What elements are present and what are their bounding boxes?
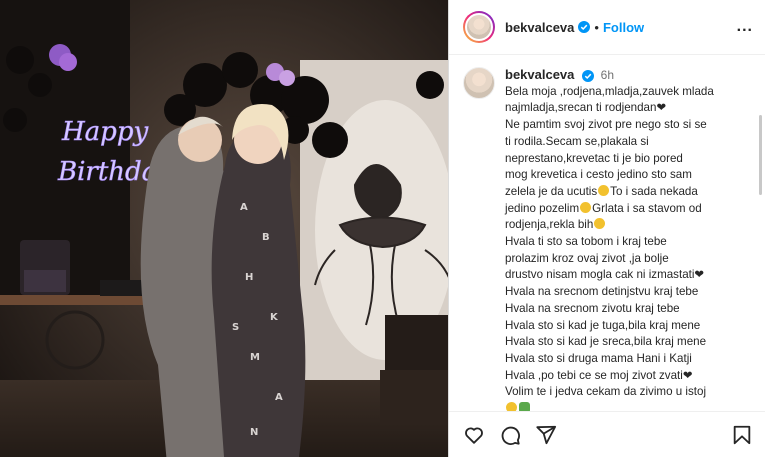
svg-text:S: S <box>232 322 239 333</box>
laughing-emoji-icon <box>598 184 610 196</box>
profile-avatar[interactable] <box>463 11 495 43</box>
comment-icon[interactable] <box>499 424 521 446</box>
verified-badge-icon <box>582 69 595 82</box>
caption-line: Hvala sto si kad je tuga,bila kraj mene <box>505 318 701 332</box>
caption-header: bekvalceva 6h <box>505 67 737 84</box>
caption-line: Hvala sto si druga mama Hani i Katji <box>505 351 692 365</box>
heart-icon[interactable] <box>463 424 485 446</box>
caption-username[interactable]: bekvalceva <box>505 67 574 82</box>
rolling-eyes-emoji-icon <box>594 218 606 230</box>
emoji-icon <box>506 402 517 411</box>
caption-line: Volim te i jedva cekam da zivimo u istoj <box>505 385 707 399</box>
caption-text-part: To i sada nekada <box>610 184 698 198</box>
caption-line: Hvala na srecnom detinjstvu kraj tebe <box>505 285 699 299</box>
bookmark-icon[interactable] <box>731 424 753 446</box>
caption-line-partial <box>505 401 737 411</box>
caption-line: prolazim kroz ovaj zivot ,ja bolje <box>505 251 669 265</box>
caption-text: bekvalceva 6h Bela moja ,rodjena,mladja,… <box>505 67 737 411</box>
neon-happy: Happy <box>61 117 148 147</box>
caption-text-part: Grlata i sa stavom od <box>592 201 702 215</box>
svg-text:M: M <box>250 352 260 363</box>
caption-line: najmladja,srecan ti rodjendan❤ <box>505 101 667 115</box>
svg-text:K: K <box>270 312 279 323</box>
caption-text-part: jedino pozelim <box>505 201 580 215</box>
verified-badge-icon <box>578 21 591 33</box>
separator-dot: • <box>594 19 599 35</box>
svg-text:A: A <box>240 202 248 213</box>
caption-line: ti rodila.Secam se,plakala si <box>505 134 649 148</box>
post-side-panel: bekvalceva • Follow ... bekvalceva 6h Be… <box>448 0 765 457</box>
caption-line: drustvo nisam mogla cak ni izmastati❤ <box>505 268 705 282</box>
svg-text:B: B <box>262 232 270 243</box>
caption-scrollbar[interactable] <box>759 115 762 195</box>
post-time[interactable]: 6h <box>601 68 614 82</box>
caption-line: Hvala ti sto sa tobom i kraj tebe <box>505 235 667 249</box>
instagram-post: Happy Birthday AB H K M A N S bekvalceva… <box>0 0 765 457</box>
svg-text:H: H <box>245 272 253 283</box>
username[interactable]: bekvalceva <box>505 20 574 35</box>
follow-button[interactable]: Follow <box>603 20 644 35</box>
caption-line-emoji: jedino pozelim Grlata i sa stavom od <box>505 201 737 218</box>
caption-area: bekvalceva 6h Bela moja ,rodjena,mladja,… <box>449 55 765 411</box>
post-photo[interactable]: Happy Birthday AB H K M A N S <box>0 0 448 457</box>
caption-text-part: rodjenja,rekla bih <box>505 218 594 232</box>
caption-text-part: zelela je da ucutis <box>505 184 598 198</box>
caption-line: Ne pamtim svoj zivot pre nego sto si se <box>505 118 707 132</box>
caption-line-emoji: rodjenja,rekla bih <box>505 217 737 234</box>
caption-line: Hvala ,po tebi ce se moj zivot zvati❤ <box>505 368 693 382</box>
caption-line: neprestano,krevetac ti je bio pored <box>505 151 683 165</box>
caption-avatar[interactable] <box>463 67 495 99</box>
party-photo-illustration: Happy Birthday ABH KMA NS <box>0 0 448 457</box>
caption-line-emoji: zelela je da ucutis To i sada nekada <box>505 184 737 201</box>
svg-text:N: N <box>250 427 258 438</box>
share-icon[interactable] <box>535 424 557 446</box>
laughing-emoji-icon <box>580 201 592 213</box>
caption-line: mog krevetica i cesto jedino sto sam <box>505 168 692 182</box>
svg-text:A: A <box>275 392 283 403</box>
caption-line: Hvala na srecnom zivotu kraj tebe <box>505 301 680 315</box>
caption-line: Bela moja ,rodjena,mladja,zauvek mlada <box>505 84 714 98</box>
caption-line: Hvala sto si kad je sreca,bila kraj mene <box>505 335 707 349</box>
post-header: bekvalceva • Follow ... <box>449 0 765 55</box>
action-bar <box>449 411 765 457</box>
more-icon[interactable]: ... <box>737 18 753 36</box>
clover-emoji-icon <box>519 402 530 411</box>
